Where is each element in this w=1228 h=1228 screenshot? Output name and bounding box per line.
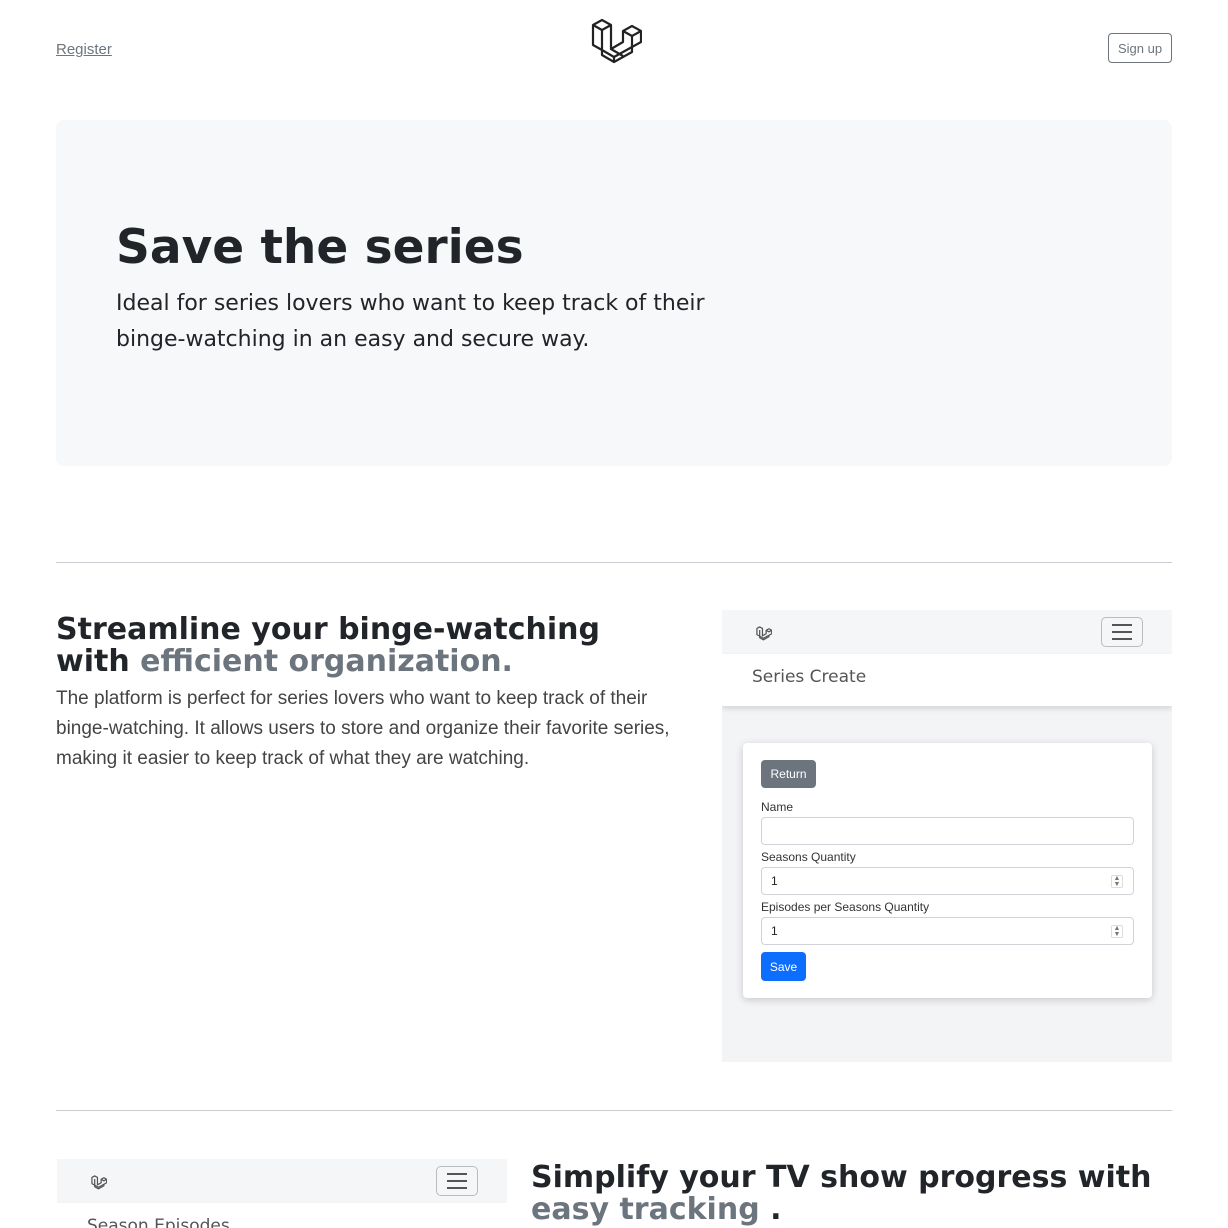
feature-heading-main: Simplify your TV show progress with xyxy=(531,1160,1152,1195)
section-divider xyxy=(56,1110,1172,1111)
feature-heading: Streamline your binge-watching with effi… xyxy=(56,614,636,678)
episodes-label: Episodes per Seasons Quantity xyxy=(761,900,930,914)
name-label: Name xyxy=(761,800,794,814)
feature-heading: Simplify your TV show progress with easy… xyxy=(531,1162,1172,1226)
sign-up-button[interactable]: Sign up xyxy=(1108,33,1172,63)
mock-page-title: Series Create xyxy=(752,667,867,687)
stepper-icon[interactable]: ▲ ▼ xyxy=(1111,925,1123,938)
mock-page-header: Season Episodes xyxy=(57,1203,507,1228)
name-input[interactable] xyxy=(761,817,1134,845)
save-button[interactable]: Save xyxy=(761,952,806,981)
mock-page-title: Season Episodes xyxy=(87,1216,230,1228)
menu-toggler-icon[interactable] xyxy=(1101,617,1143,647)
episodes-input[interactable]: 1 ▲ ▼ xyxy=(761,917,1134,945)
hero-subtitle: Ideal for series lovers who want to keep… xyxy=(116,291,705,352)
hero-section: Save the series Ideal for series lovers … xyxy=(56,120,1172,466)
feature-description: The platform is perfect for series lover… xyxy=(56,688,670,769)
laravel-logo-icon xyxy=(756,626,772,641)
hero-title: Save the series xyxy=(116,220,524,275)
laravel-logo-icon[interactable] xyxy=(590,17,642,69)
season-episodes-screenshot: Season Episodes xyxy=(57,1159,507,1228)
feature-heading-highlight: easy tracking xyxy=(531,1192,760,1227)
seasons-value: 1 xyxy=(771,874,778,888)
mock-navbar xyxy=(57,1159,507,1203)
series-create-screenshot: Series Create Return Name Seasons Quanti… xyxy=(722,610,1172,1062)
menu-toggler-icon[interactable] xyxy=(436,1166,478,1196)
seasons-input[interactable]: 1 ▲ ▼ xyxy=(761,867,1134,895)
stepper-icon[interactable]: ▲ ▼ xyxy=(1111,875,1123,888)
feature-heading-end: . xyxy=(759,1192,782,1227)
laravel-logo-icon xyxy=(91,1175,107,1190)
section-divider xyxy=(56,562,1172,563)
mock-navbar xyxy=(722,610,1172,654)
episodes-value: 1 xyxy=(771,924,778,938)
return-button[interactable]: Return xyxy=(761,760,816,788)
series-form-card: Return Name Seasons Quantity 1 ▲ ▼ Episod… xyxy=(743,743,1152,998)
seasons-label: Seasons Quantity xyxy=(761,850,856,864)
feature-heading-highlight: efficient organization. xyxy=(140,644,513,679)
register-link[interactable]: Register xyxy=(56,41,112,58)
mock-page-header: Series Create xyxy=(722,654,1172,706)
